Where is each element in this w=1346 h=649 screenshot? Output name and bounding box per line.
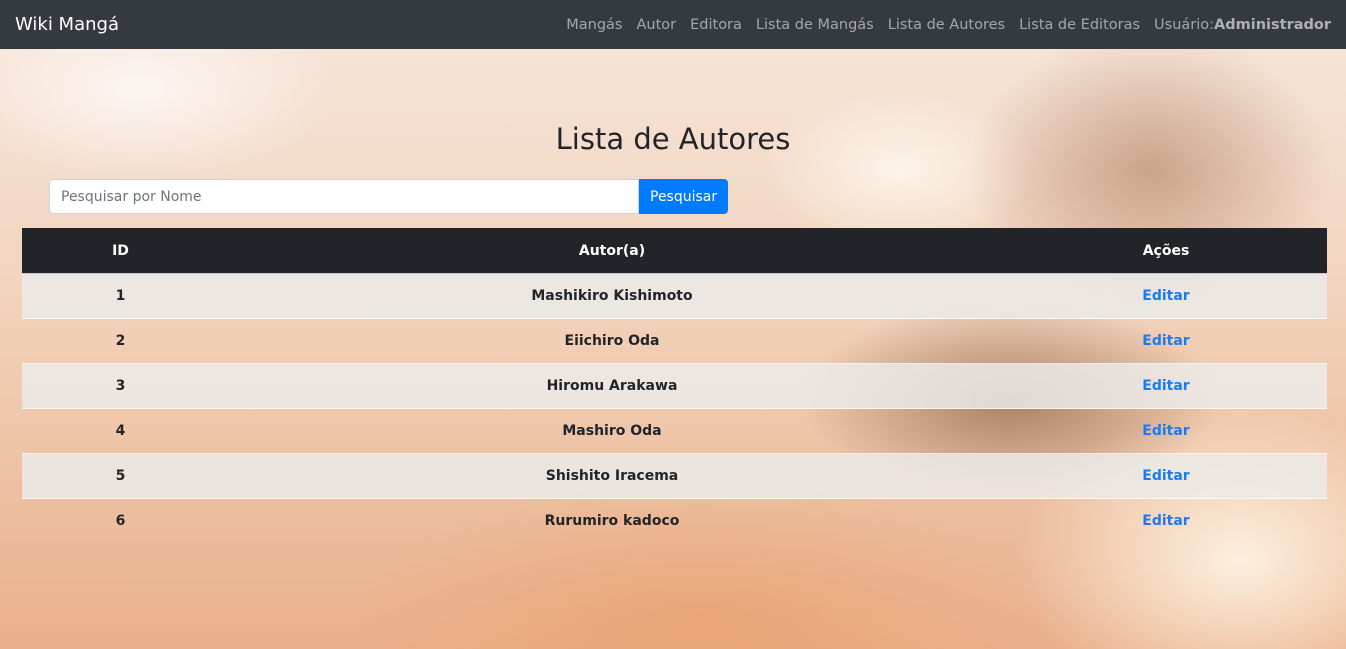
- edit-link[interactable]: Editar: [1142, 468, 1189, 484]
- search-form: Pesquisar: [49, 179, 729, 214]
- cell-author: Eiichiro Oda: [219, 318, 1005, 364]
- cell-author: Hiromu Arakawa: [219, 363, 1005, 409]
- cell-id: 2: [22, 318, 219, 364]
- user-label: Usuário:: [1154, 16, 1215, 33]
- cell-actions: Editar: [1005, 453, 1327, 499]
- nav-links: Mangás Autor Editora Lista de Mangás Lis…: [552, 17, 1331, 33]
- cell-actions: Editar: [1005, 408, 1327, 454]
- brand-link[interactable]: Wiki Mangá: [15, 14, 119, 35]
- cell-author: Mashiro Oda: [219, 408, 1005, 454]
- nav-link-lista-autores[interactable]: Lista de Autores: [888, 17, 1005, 33]
- table-row: 4 Mashiro Oda Editar: [22, 408, 1327, 454]
- nav-link-lista-mangas[interactable]: Lista de Mangás: [756, 17, 874, 33]
- edit-link[interactable]: Editar: [1142, 513, 1189, 529]
- top-navbar: Wiki Mangá Mangás Autor Editora Lista de…: [0, 0, 1346, 49]
- nav-link-autor[interactable]: Autor: [636, 17, 676, 33]
- cell-author: Mashikiro Kishimoto: [219, 273, 1005, 319]
- cell-id: 6: [22, 498, 219, 543]
- cell-actions: Editar: [1005, 498, 1327, 543]
- cell-id: 1: [22, 273, 219, 319]
- search-button[interactable]: Pesquisar: [639, 179, 729, 214]
- header-author: Autor(a): [219, 228, 1005, 274]
- table-row: 5 Shishito Iracema Editar: [22, 453, 1327, 499]
- nav-link-editora[interactable]: Editora: [690, 17, 742, 33]
- table-row: 2 Eiichiro Oda Editar: [22, 318, 1327, 364]
- header-id: ID: [22, 228, 219, 274]
- nav-link-mangas[interactable]: Mangás: [566, 17, 622, 33]
- page-title: Lista de Autores: [555, 122, 791, 156]
- user-name: Administrador: [1214, 16, 1331, 33]
- cell-id: 3: [22, 363, 219, 409]
- header-actions: Ações: [1005, 228, 1327, 274]
- cell-author: Rurumiro kadoco: [219, 498, 1005, 543]
- table-row: 3 Hiromu Arakawa Editar: [22, 363, 1327, 409]
- cell-actions: Editar: [1005, 318, 1327, 364]
- edit-link[interactable]: Editar: [1142, 378, 1189, 394]
- cell-author: Shishito Iracema: [219, 453, 1005, 499]
- edit-link[interactable]: Editar: [1142, 288, 1189, 304]
- cell-id: 4: [22, 408, 219, 454]
- table-header-row: ID Autor(a) Ações: [22, 228, 1327, 274]
- edit-link[interactable]: Editar: [1142, 423, 1189, 439]
- table-row: 6 Rurumiro kadoco Editar: [22, 498, 1327, 543]
- cell-actions: Editar: [1005, 273, 1327, 319]
- edit-link[interactable]: Editar: [1142, 333, 1189, 349]
- user-info: Usuário:Administrador: [1154, 17, 1331, 33]
- search-input[interactable]: [49, 179, 639, 214]
- cell-actions: Editar: [1005, 363, 1327, 409]
- cell-id: 5: [22, 453, 219, 499]
- nav-link-lista-editoras[interactable]: Lista de Editoras: [1019, 17, 1140, 33]
- authors-table: ID Autor(a) Ações 1 Mashikiro Kishimoto …: [22, 228, 1327, 543]
- table-row: 1 Mashikiro Kishimoto Editar: [22, 273, 1327, 319]
